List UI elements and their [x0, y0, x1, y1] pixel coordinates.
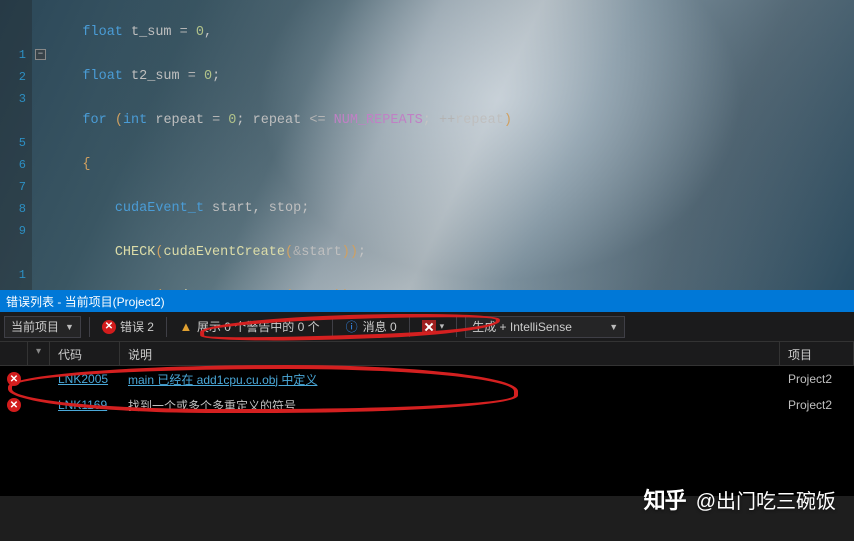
code-editor[interactable]: 12 35 678 91 − float t_sum = 0, float t2…: [0, 0, 854, 290]
column-description[interactable]: 说明: [120, 342, 780, 365]
fold-column: −: [32, 0, 50, 290]
warning-icon: ▲: [179, 320, 193, 334]
build-filter-label: 生成 + IntelliSense: [472, 318, 572, 335]
error-icon: ✕: [7, 372, 21, 386]
error-row[interactable]: ✕ LNK1169 找到一个或多个多重定义的符号 Project2: [0, 392, 854, 418]
clear-icon: [422, 320, 436, 334]
watermark: 知乎 @出门吃三碗饭: [644, 483, 836, 515]
messages-count: 消息 0: [363, 318, 397, 335]
fold-toggle-icon[interactable]: −: [35, 49, 46, 60]
error-project: Project2: [780, 372, 854, 386]
error-code: LNK1169: [50, 398, 120, 412]
error-row[interactable]: ✕ LNK2005 main 已经在 add1cpu.cu.obj 中定义 Pr…: [0, 366, 854, 392]
errors-count: 错误 2: [120, 318, 154, 335]
scope-label: 当前项目: [11, 318, 59, 335]
error-description: main 已经在 add1cpu.cu.obj 中定义: [120, 371, 780, 388]
chevron-down-icon: ▼: [609, 322, 618, 332]
build-intellisense-dropdown[interactable]: 生成 + IntelliSense ▼: [465, 316, 625, 338]
clear-button[interactable]: ▾: [418, 320, 449, 334]
error-icon: ✕: [7, 398, 21, 412]
messages-filter[interactable]: ⓘ 消息 0: [341, 318, 401, 335]
chevron-down-icon: ▼: [65, 322, 74, 332]
chevron-down-icon: ▾: [440, 321, 445, 332]
code-content[interactable]: float t_sum = 0, float t2_sum = 0; for (…: [50, 0, 854, 290]
watermark-handle: @出门吃三碗饭: [696, 485, 836, 514]
error-grid-header: ▾ 代码 说明 项目: [0, 342, 854, 366]
warnings-filter[interactable]: ▲ 展示 0 个警告中的 0 个: [175, 318, 324, 335]
column-code[interactable]: 代码: [50, 342, 120, 365]
line-gutter: 12 35 678 91: [0, 0, 32, 290]
column-project[interactable]: 项目: [780, 342, 854, 365]
error-list-toolbar: 当前项目 ▼ ✕ 错误 2 ▲ 展示 0 个警告中的 0 个 ⓘ 消息 0 ▾ …: [0, 312, 854, 342]
error-code: LNK2005: [50, 372, 120, 386]
zhihu-logo: 知乎: [644, 483, 686, 515]
scope-dropdown[interactable]: 当前项目 ▼: [4, 316, 81, 338]
errors-filter[interactable]: ✕ 错误 2: [98, 318, 158, 335]
error-grid-body: ✕ LNK2005 main 已经在 add1cpu.cu.obj 中定义 Pr…: [0, 366, 854, 496]
error-project: Project2: [780, 398, 854, 412]
header-filter-icon[interactable]: ▾: [28, 342, 50, 365]
warnings-count: 展示 0 个警告中的 0 个: [197, 318, 320, 335]
error-icon: ✕: [102, 320, 116, 334]
error-description: 找到一个或多个多重定义的符号: [120, 397, 780, 414]
info-icon: ⓘ: [345, 320, 359, 334]
error-list-title: 错误列表 - 当前项目(Project2): [0, 290, 854, 312]
